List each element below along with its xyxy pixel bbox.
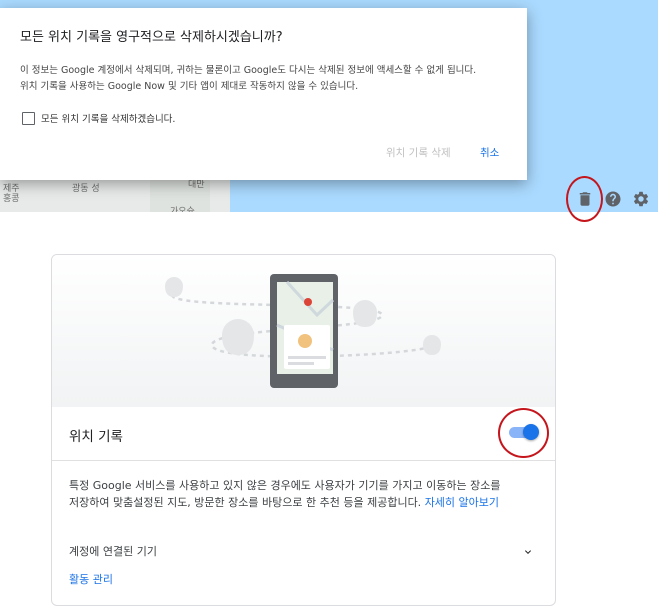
- location-history-title: 위치 기록: [69, 429, 123, 445]
- help-icon[interactable]: [604, 190, 622, 208]
- dialog-title: 모든 위치 기록을 영구적으로 삭제하시겠습니까?: [20, 30, 283, 45]
- location-history-card: 위치 기록 특정 Google 서비스를 사용하고 있지 않은 경우에도 사용자…: [51, 254, 556, 606]
- confirm-checkbox[interactable]: [22, 111, 35, 125]
- confirm-checkbox-row[interactable]: 모든 위치 기록을 삭제하겠습니다.: [22, 111, 175, 125]
- confirm-checkbox-label[interactable]: 모든 위치 기록을 삭제하겠습니다.: [41, 111, 175, 125]
- location-history-description: 특정 Google 서비스를 사용하고 있지 않은 경우에도 사용자가 기기를 …: [69, 477, 509, 511]
- annotation-circle: [566, 176, 603, 222]
- gear-icon[interactable]: [632, 190, 650, 208]
- linked-devices-label[interactable]: 계정에 연결된 기기: [69, 543, 157, 559]
- map-label: 광동 성: [72, 184, 100, 194]
- delete-confirm-dialog: 모든 위치 기록을 영구적으로 삭제하시겠습니까? 이 정보는 Google 계…: [0, 8, 527, 180]
- divider: [52, 460, 555, 461]
- dialog-body: 이 정보는 Google 계정에서 삭제되며, 귀하는 물론이고 Google도…: [20, 63, 515, 95]
- map-label: 가오슝: [170, 207, 195, 212]
- annotation-circle: [498, 408, 549, 458]
- dialog-body-line: 이 정보는 Google 계정에서 삭제되며, 귀하는 물론이고 Google도…: [20, 65, 477, 76]
- cancel-button[interactable]: 취소: [480, 145, 499, 160]
- manage-activity-link[interactable]: 활동 관리: [69, 571, 113, 587]
- map-label: 홍콩: [3, 194, 20, 204]
- delete-history-button[interactable]: 위치 기록 삭제: [386, 145, 451, 160]
- learn-more-link[interactable]: 자세히 알아보기: [425, 496, 499, 509]
- dialog-body-line: 위치 기록을 사용하는 Google Now 및 기타 앱이 제대로 작동하지 …: [20, 81, 359, 92]
- chevron-down-icon[interactable]: [522, 543, 534, 555]
- location-illustration: [52, 255, 555, 407]
